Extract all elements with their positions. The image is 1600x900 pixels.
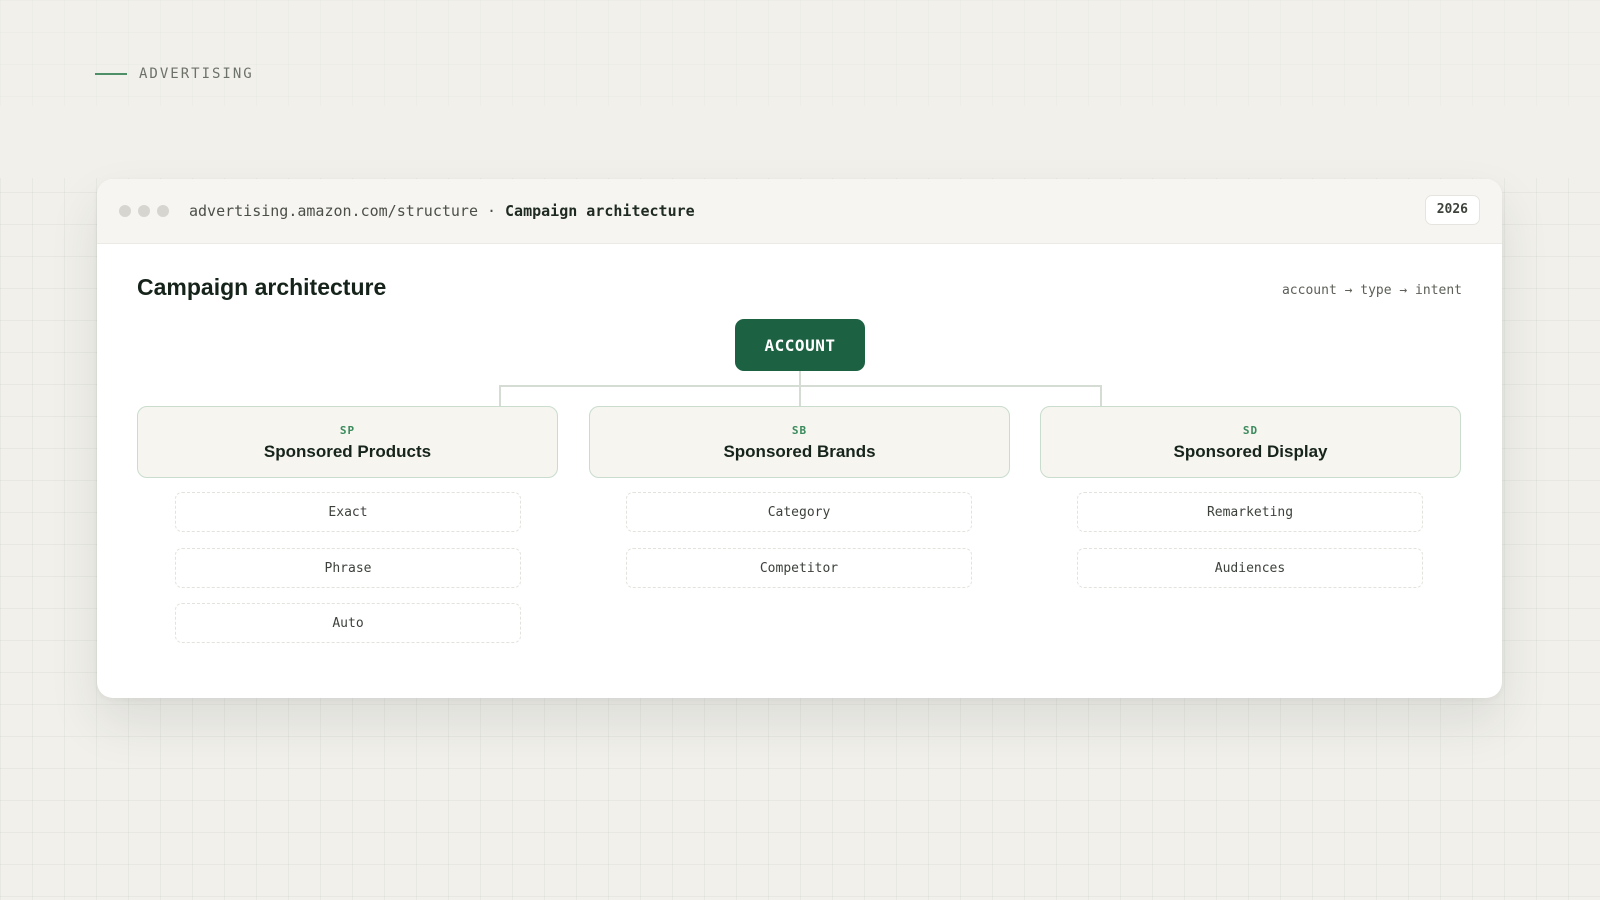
type-card-sb[interactable]: SB Sponsored Brands bbox=[589, 406, 1010, 478]
url-separator: · bbox=[486, 202, 497, 220]
connector-bar bbox=[499, 385, 1101, 387]
intent-auto[interactable]: Auto bbox=[175, 603, 521, 643]
intent-category[interactable]: Category bbox=[626, 492, 972, 532]
intent-competitor[interactable]: Competitor bbox=[626, 548, 972, 588]
page-title: Campaign architecture bbox=[137, 274, 387, 300]
browser-window: advertising.amazon.com/structure · Campaig… bbox=[97, 179, 1502, 698]
year-badge: 2026 bbox=[1424, 195, 1480, 225]
section-rule bbox=[95, 73, 127, 75]
diagram-area: Campaign architecture account → type → i… bbox=[97, 244, 1502, 698]
type-code: SP bbox=[339, 424, 356, 437]
intent-exact[interactable]: Exact bbox=[175, 492, 521, 532]
type-code: SD bbox=[1242, 424, 1259, 437]
connector-root bbox=[799, 371, 801, 406]
connector-left bbox=[499, 385, 501, 406]
type-name: Sponsored Products bbox=[263, 442, 432, 461]
type-card-sp[interactable]: SP Sponsored Products bbox=[137, 406, 558, 478]
intent-audiences[interactable]: Audiences bbox=[1077, 548, 1423, 588]
type-code: SB bbox=[791, 424, 808, 437]
address-bar[interactable]: advertising.amazon.com/structure · Campaig… bbox=[189, 199, 695, 223]
type-card-sd[interactable]: SD Sponsored Display bbox=[1040, 406, 1461, 478]
maximize-dot-icon[interactable] bbox=[157, 205, 169, 217]
hierarchy-note: account → type → intent bbox=[1281, 283, 1462, 298]
intent-phrase[interactable]: Phrase bbox=[175, 548, 521, 588]
connector-right bbox=[1100, 385, 1102, 406]
section-label-text: ADVERTISING bbox=[139, 66, 254, 82]
section-label: ADVERTISING bbox=[95, 66, 254, 82]
window-titlebar: advertising.amazon.com/structure · Campaig… bbox=[97, 179, 1502, 244]
minimize-dot-icon[interactable] bbox=[138, 205, 150, 217]
url-text: advertising.amazon.com/structure bbox=[189, 202, 478, 220]
breadcrumb: Campaign architecture bbox=[505, 202, 695, 220]
header-band bbox=[0, 0, 1600, 106]
window-controls bbox=[119, 205, 169, 217]
account-node[interactable]: ACCOUNT bbox=[735, 319, 865, 371]
intent-remarketing[interactable]: Remarketing bbox=[1077, 492, 1423, 532]
type-name: Sponsored Brands bbox=[723, 442, 876, 461]
close-dot-icon[interactable] bbox=[119, 205, 131, 217]
spacer-band bbox=[0, 106, 1600, 178]
type-name: Sponsored Display bbox=[1173, 442, 1328, 461]
